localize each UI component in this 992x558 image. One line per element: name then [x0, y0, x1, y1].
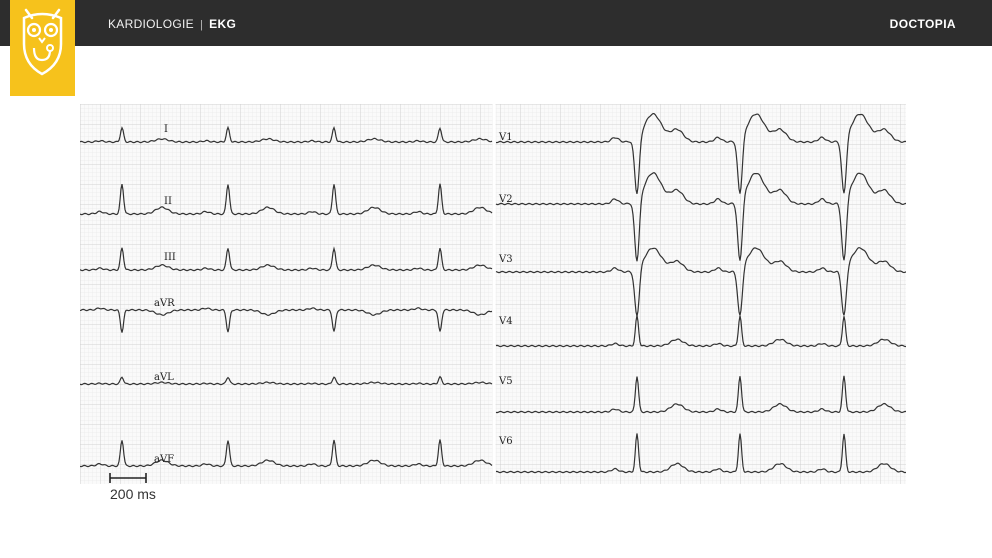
breadcrumb-current: EKG — [209, 17, 237, 31]
lead-label-v3: V3 — [498, 254, 513, 265]
scale-bar-label: 200 ms — [110, 486, 156, 502]
breadcrumb-separator: | — [200, 19, 204, 31]
top-bar: KARDIOLOGIE | EKG DOCTOPIA — [0, 0, 992, 46]
lead-label-v1: V1 — [498, 132, 513, 143]
lead-label-avf: aVF — [154, 454, 174, 465]
lead-label-ii: II — [164, 196, 172, 207]
lead-label-v2: V2 — [498, 194, 513, 205]
lead-label-avl: aVL — [154, 372, 174, 383]
lead-label-v5: V5 — [498, 376, 513, 387]
breadcrumb-section[interactable]: KARDIOLOGIE — [108, 17, 194, 31]
lead-label-avr: aVR — [154, 298, 175, 309]
lead-label-iii: III — [164, 252, 176, 263]
ecg-strip: IIIIIIaVRaVLaVFV1V2V3V4V5V6 — [80, 104, 906, 484]
brand-name[interactable]: DOCTOPIA — [890, 17, 956, 31]
owl-logo[interactable] — [10, 0, 75, 96]
lead-label-v6: V6 — [498, 436, 513, 447]
breadcrumb: KARDIOLOGIE | EKG — [108, 17, 236, 31]
lead-label-v4: V4 — [498, 316, 513, 327]
owl-logo-icon — [22, 8, 63, 76]
lead-label-i: I — [164, 124, 168, 135]
